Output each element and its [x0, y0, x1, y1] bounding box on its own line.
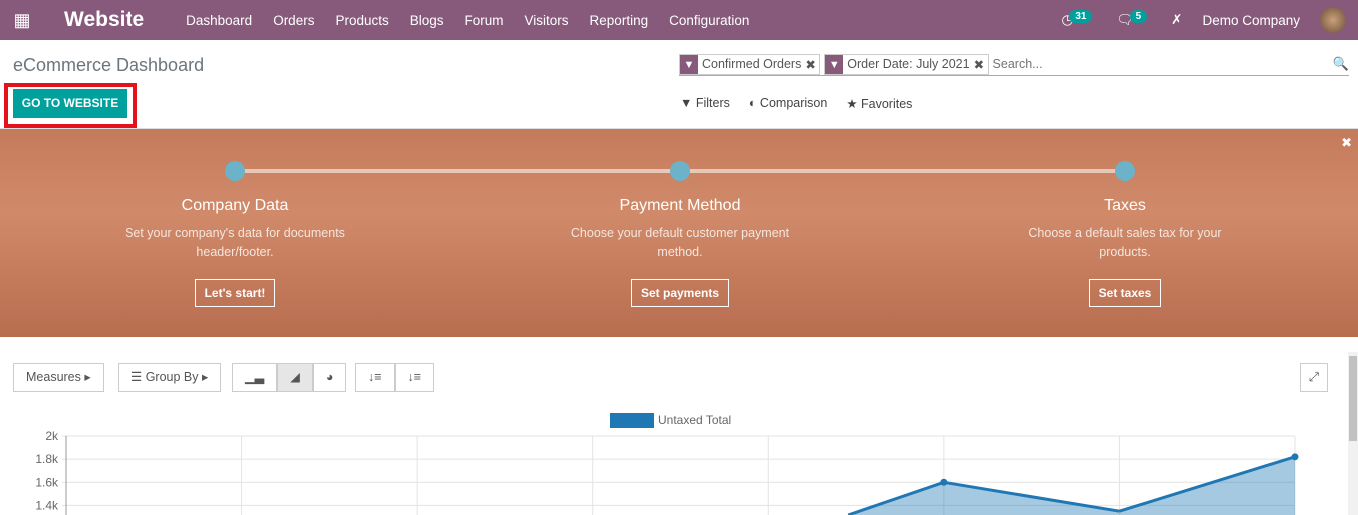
y-tick-label: 1.8k	[35, 452, 59, 466]
menu-item-blogs[interactable]: Blogs	[410, 13, 444, 28]
main-menu: Dashboard Orders Products Blogs Forum Visitor…	[186, 13, 770, 28]
step-payment-method: Payment Method Choose your default custom…	[560, 197, 800, 307]
menu-item-configuration[interactable]: Configuration	[669, 13, 749, 28]
step-taxes: Taxes Choose a default sales tax for your…	[1005, 197, 1245, 307]
set-payments-button[interactable]: Set payments	[630, 279, 730, 307]
series-area	[66, 456, 1295, 515]
pie-chart-button[interactable]: ◕	[312, 363, 347, 392]
facet-order-date: ▼ Order Date: July 2021 ✖	[824, 53, 989, 75]
messages-button[interactable]: 🗨 5	[1116, 10, 1151, 28]
bar-chart-button[interactable]: ▁▃	[232, 363, 278, 392]
facet-confirmed-orders: ▼ Confirmed Orders ✖	[679, 53, 821, 75]
navbar: ▦ Website Dashboard Orders Products Blogs Fo…	[0, 0, 1358, 40]
search-icon[interactable]: 🔍	[1333, 56, 1349, 72]
activity-button[interactable]: ◷ 31	[1062, 10, 1097, 28]
legend-swatch	[610, 413, 654, 428]
step-company-data: Company Data Set your company's data for …	[115, 197, 355, 307]
set-taxes-button[interactable]: Set taxes	[1088, 279, 1162, 307]
tools-icon[interactable]: ✗	[1171, 12, 1182, 28]
comparison-dropdown[interactable]: ◐ Comparison	[749, 96, 827, 111]
control-panel: eCommerce Dashboard GO TO WEBSITE ▼ Confi…	[0, 40, 1358, 129]
fullscreen-button[interactable]: ⤢	[1300, 363, 1329, 392]
y-tick-label: 1.4k	[35, 498, 59, 512]
search-input[interactable]	[992, 57, 1329, 71]
filter-icon: ▼	[825, 54, 844, 74]
y-tick-label: 2k	[45, 429, 59, 443]
area-chart: Untaxed Total2k1.8k1.6k1.4k1.2k	[35, 413, 1299, 515]
menu-item-orders[interactable]: Orders	[273, 13, 314, 28]
avatar[interactable]	[1320, 7, 1346, 33]
menu-item-reporting[interactable]: Reporting	[590, 13, 649, 28]
data-point	[940, 478, 948, 486]
lets-start-button[interactable]: Let's start!	[194, 279, 276, 307]
menu-item-dashboard[interactable]: Dashboard	[186, 13, 252, 28]
menu-item-visitors[interactable]: Visitors	[525, 13, 569, 28]
search-bar: ▼ Confirmed Orders ✖ ▼ Order Date: July 202…	[679, 53, 1349, 76]
sort-ascending-button[interactable]: ↓≡	[394, 363, 435, 392]
scrollbar-thumb[interactable]	[1349, 356, 1357, 441]
messages-badge: 5	[1129, 10, 1148, 23]
sort-descending-button[interactable]: ↓≡	[355, 363, 395, 392]
bar-chart-icon: ▁▃	[245, 370, 265, 384]
company-switcher[interactable]: Demo Company	[1202, 13, 1300, 28]
remove-facet-icon[interactable]: ✖	[974, 57, 988, 72]
remove-facet-icon[interactable]: ✖	[805, 57, 819, 72]
scrollbar[interactable]	[1348, 352, 1358, 515]
onboarding-banner: Company Data Set your company's data for …	[0, 129, 1358, 337]
area-chart-icon: ◢	[290, 370, 300, 384]
favorites-dropdown[interactable]: ★ Favorites	[846, 96, 912, 111]
activity-badge: 31	[1069, 10, 1093, 23]
group-by-button[interactable]: ☰ Group By ▸	[118, 363, 222, 392]
sort-desc-icon: ↓≡	[368, 370, 382, 384]
step-dot	[670, 161, 690, 181]
expand-icon: ⤢	[1309, 370, 1320, 384]
menu-item-products[interactable]: Products	[335, 13, 388, 28]
page-title: eCommerce Dashboard	[13, 55, 205, 75]
legend-label: Untaxed Total	[658, 413, 731, 427]
area-chart-button[interactable]: ◢	[277, 363, 313, 392]
measures-button[interactable]: Measures ▸	[13, 363, 104, 392]
filters-dropdown[interactable]: ▼ Filters	[680, 96, 730, 111]
filter-icon: ▼	[680, 54, 698, 74]
go-to-website-button[interactable]: GO TO WEBSITE	[13, 89, 127, 118]
pie-chart-icon: ◕	[325, 370, 334, 384]
menu-item-forum[interactable]: Forum	[465, 13, 504, 28]
app-name: Website	[64, 8, 145, 31]
step-dot	[1115, 161, 1135, 181]
data-point	[1291, 453, 1299, 461]
y-tick-label: 1.6k	[35, 475, 59, 489]
step-dot	[225, 161, 245, 181]
apps-grid-icon[interactable]: ▦	[0, 10, 44, 31]
sort-asc-icon: ↓≡	[407, 370, 422, 384]
close-icon[interactable]: ✖	[1341, 135, 1352, 151]
